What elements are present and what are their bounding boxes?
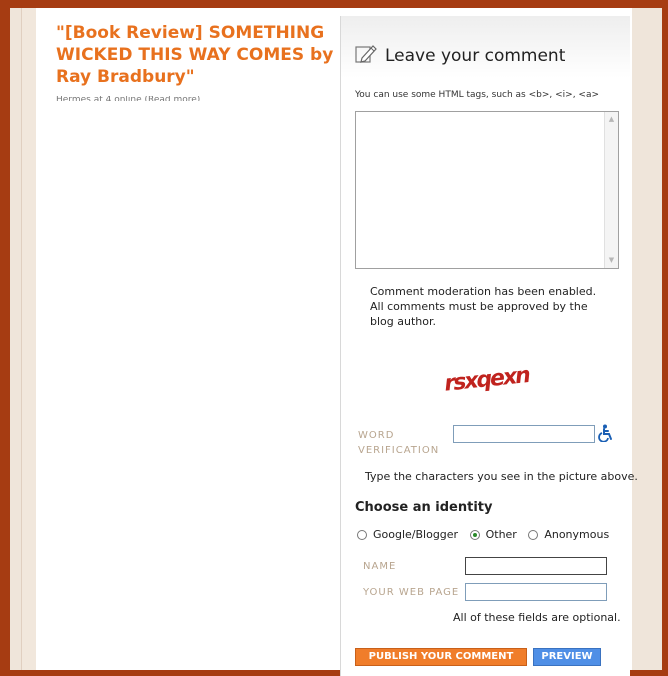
right-rail xyxy=(631,8,662,670)
comment-form-panel: Leave your comment You can use some HTML… xyxy=(340,16,638,676)
identity-google-option[interactable]: Google/Blogger xyxy=(357,528,458,541)
name-label: NAME xyxy=(363,561,397,572)
name-input[interactable] xyxy=(465,557,607,575)
webpage-label: YOUR WEB PAGE xyxy=(363,587,460,598)
post-meta: Hermes at 4 online (Read more) xyxy=(56,96,201,101)
identity-other-option[interactable]: Other xyxy=(469,528,517,541)
word-verification-input[interactable] xyxy=(453,425,595,443)
scroll-up-icon[interactable]: ▲ xyxy=(607,115,616,124)
identity-anonymous-option[interactable]: Anonymous xyxy=(528,528,609,541)
html-tags-hint: You can use some HTML tags, such as <b>,… xyxy=(355,90,600,100)
webpage-input[interactable] xyxy=(465,583,607,601)
svg-text:rsxqexn: rsxqexn xyxy=(445,362,531,396)
pencil-icon xyxy=(355,45,377,63)
accessibility-icon[interactable] xyxy=(598,424,614,442)
textarea-scrollbar[interactable]: ▲ ▼ xyxy=(604,112,618,268)
optional-note: All of these fields are optional. xyxy=(453,611,621,624)
identity-other-label: Other xyxy=(485,528,517,541)
identity-title: Choose an identity xyxy=(355,500,493,515)
moderation-notice: Comment moderation has been enabled. All… xyxy=(370,285,597,328)
identity-google-label: Google/Blogger xyxy=(373,528,459,541)
post-title-link[interactable]: "[Book Review] SOMETHING WICKED THIS WAY… xyxy=(56,22,346,88)
word-verification-hint: Type the characters you see in the pictu… xyxy=(365,470,638,483)
comment-form-title: Leave your comment xyxy=(385,46,566,66)
radio-other[interactable] xyxy=(469,529,480,540)
radio-google[interactable] xyxy=(357,529,367,540)
word-verification-label: WORD VERIFICATION xyxy=(358,430,440,456)
main-content: "[Book Review] SOMETHING WICKED THIS WAY… xyxy=(36,8,638,676)
publish-comment-button[interactable]: PUBLISH YOUR COMMENT xyxy=(355,648,527,666)
identity-anonymous-label: Anonymous xyxy=(544,528,610,541)
captcha-image: rsxqexn xyxy=(445,362,531,396)
identity-options: Google/Blogger Other Anonymous xyxy=(357,528,617,543)
comment-textarea[interactable]: ▲ ▼ xyxy=(355,111,619,269)
radio-anonymous[interactable] xyxy=(528,529,539,540)
scroll-down-icon[interactable]: ▼ xyxy=(607,256,616,265)
preview-button[interactable]: PREVIEW xyxy=(533,648,601,666)
left-rail xyxy=(10,8,22,670)
